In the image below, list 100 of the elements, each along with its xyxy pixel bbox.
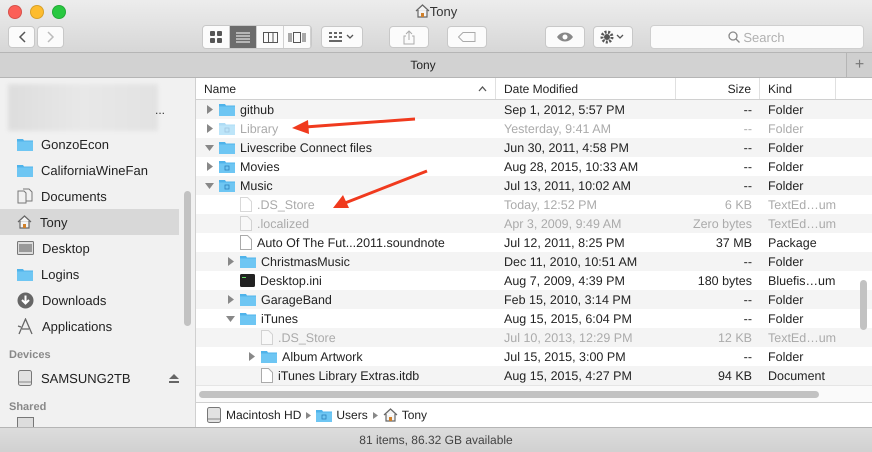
arrange-button[interactable] [321,26,363,48]
share-button[interactable] [389,26,429,48]
tag-button[interactable] [447,26,487,48]
table-cell-text: Aug 15, 2015, 4:27 PM [503,368,633,385]
scrollbar-thumb[interactable] [199,390,819,398]
disclosure-triangle[interactable] [225,314,235,324]
house-icon [382,408,398,422]
download-icon [17,292,34,308]
sidebar-item[interactable]: CaliforniaWineFan [0,157,179,183]
gear-icon [600,30,626,44]
hard-drive-icon [17,370,33,386]
table-cell-text: TextEd…um [767,330,836,346]
sidebar-item[interactable]: Desktop [0,235,179,261]
cover-flow-icon[interactable] [284,26,311,48]
disclosure-triangle[interactable] [204,124,214,134]
documents-icon [17,188,33,204]
disclosure-triangle[interactable] [204,180,214,190]
truncation-ellipsis: ... [155,103,166,117]
table-cell[interactable]: Auto Of The Fut...2011.soundnote [196,233,496,252]
table-cell[interactable]: Livescribe Connect files [196,138,496,157]
table-cell[interactable]: Music [196,176,496,195]
icon-view-icon[interactable] [203,26,230,48]
chevron-right-icon [46,31,54,43]
sidebar-section-heading: Shared [8,400,48,415]
table-cell-text: TextEd…um [767,216,836,232]
eject-icon[interactable] [169,374,179,382]
chevron-left-icon [18,31,26,43]
table-cell-text: Aug 15, 2015, 6:04 PM [503,310,633,328]
path-separator-icon [306,412,312,418]
table-cell[interactable]: ChristmasMusic [196,252,496,271]
table-cell-text: Folder [767,292,804,308]
disclosure-triangle[interactable] [225,256,235,266]
table-cell-text: Folder [767,348,804,366]
search-icon [728,31,740,43]
table-cell-text: Jul 15, 2015, 3:00 PM [503,348,627,366]
table-cell[interactable]: iTunes [196,309,496,328]
eye-icon [556,31,574,43]
sidebar-item[interactable]: Tony [0,209,179,235]
table-cell-text: Zero bytes [692,216,753,233]
close-button[interactable] [8,5,22,19]
house-icon [17,215,32,229]
column-header[interactable]: Name [196,78,496,99]
back-button[interactable] [8,26,35,48]
table-cell[interactable]: Desktop.ini [196,271,496,290]
disclosure-triangle[interactable] [204,142,214,152]
table-cell-text: Sep 1, 2012, 5:57 PM [503,102,626,119]
table-cell-text: 94 KB [716,368,753,384]
minimize-button[interactable] [30,5,44,19]
table-cell-text: Jul 13, 2011, 10:02 AM [503,178,632,194]
column-header[interactable]: Kind [760,78,836,99]
list-view-icon[interactable] [230,26,257,48]
folder-icon [261,350,277,363]
table-cell-text: 180 bytes [696,272,753,290]
hard-drive-icon [206,407,222,423]
action-button[interactable] [593,26,633,48]
scrollbar-thumb[interactable] [184,191,191,326]
path-separator-icon [372,412,378,418]
table-cell-text: Folder [767,254,804,270]
sidebar-item[interactable]: Documents [0,183,179,209]
scrollbar-thumb[interactable] [860,280,867,330]
table-cell-text: -- [742,102,753,118]
sidebar-item[interactable]: Downloads [0,287,179,313]
column-view-icon[interactable] [257,26,284,48]
disclosure-triangle[interactable] [225,294,235,304]
table-cell[interactable]: GarageBand [196,290,496,309]
column-header[interactable]: Size [676,78,760,99]
column-header[interactable]: Date Modified [496,78,676,99]
table-cell-text: -- [742,348,753,366]
sort-caret-icon [478,86,487,92]
sidebar-item[interactable]: Logins [0,261,179,287]
path-item[interactable]: Tony [382,408,428,422]
folder-icon [17,164,33,176]
table-cell-text: Folder [767,310,804,328]
table-cell-text: Dec 11, 2010, 10:51 AM [503,254,638,270]
table-cell-text: TextEd…um [767,196,836,214]
quick-look-button[interactable] [545,26,585,48]
window-title: Tony [430,4,458,18]
table-cell[interactable]: Movies [196,157,496,176]
table-cell[interactable]: iTunes Library Extras.itdb [196,366,496,385]
disclosure-triangle[interactable] [204,162,214,172]
zoom-button[interactable] [52,5,66,19]
status-bar: 81 items, 86.32 GB available [0,427,872,452]
disclosure-triangle[interactable] [204,104,214,114]
search-field[interactable]: Search [650,25,864,49]
path-item[interactable]: Users [316,408,368,422]
table-cell-text: Package [767,234,818,252]
table-cell-text: Folder [767,120,804,138]
disclosure-triangle[interactable] [246,352,256,362]
table-cell-text: Bluefis…um [767,272,836,290]
table-cell[interactable]: github [196,100,496,119]
tab[interactable]: Tony [0,53,846,77]
grid-dropdown-icon [329,32,355,42]
path-item[interactable]: Macintosh HD [206,407,302,423]
table-cell[interactable]: Album Artwork [196,347,496,366]
table-cell-text: -- [742,254,753,270]
sidebar-item[interactable]: GonzoEcon [0,131,179,157]
applications-icon [17,318,34,334]
table-cell-text: -- [742,158,753,176]
sidebar-item[interactable]: Applications [0,313,179,339]
sidebar-item[interactable]: SAMSUNG2TB [0,365,179,391]
